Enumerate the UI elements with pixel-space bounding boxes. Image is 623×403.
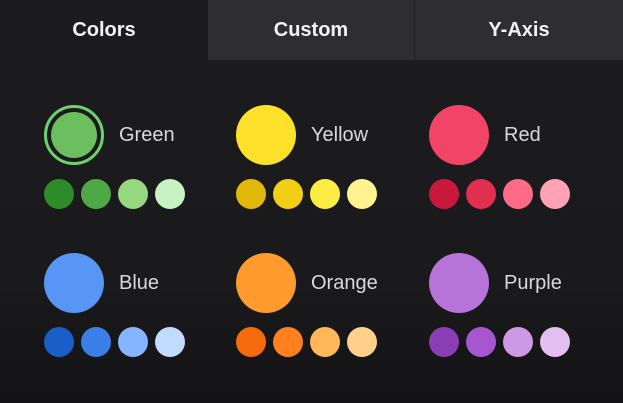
color-name-orange: Orange	[311, 272, 378, 294]
color-option-purple: Purple	[429, 253, 623, 368]
shade-row-yellow	[236, 179, 384, 209]
shade-swatch-blue-2[interactable]	[81, 327, 111, 357]
shade-swatch-green-3[interactable]	[118, 179, 148, 209]
color-name-red: Red	[504, 124, 541, 146]
shade-row-blue	[44, 327, 192, 357]
shade-row-purple	[429, 327, 577, 357]
tab-colors[interactable]: Colors	[0, 0, 208, 60]
shade-swatch-purple-1[interactable]	[429, 327, 459, 357]
shade-swatch-orange-4[interactable]	[347, 327, 377, 357]
shade-swatch-red-3[interactable]	[503, 179, 533, 209]
shade-swatch-green-4[interactable]	[155, 179, 185, 209]
color-option-orange: Orange	[236, 253, 436, 368]
shade-swatch-yellow-4[interactable]	[347, 179, 377, 209]
shade-swatch-purple-4[interactable]	[540, 327, 570, 357]
tab-custom[interactable]: Custom	[208, 0, 415, 60]
color-name-purple: Purple	[504, 272, 562, 294]
shade-swatch-orange-1[interactable]	[236, 327, 266, 357]
color-option-red: Red	[429, 105, 623, 220]
tab-y-axis[interactable]: Y-Axis	[415, 0, 623, 60]
color-name-blue: Blue	[119, 272, 160, 294]
shade-row-green	[44, 179, 192, 209]
shade-swatch-green-2[interactable]	[81, 179, 111, 209]
color-swatch-green[interactable]	[44, 105, 104, 165]
shade-swatch-yellow-3[interactable]	[310, 179, 340, 209]
color-name-green: Green	[119, 124, 175, 146]
shade-swatch-red-1[interactable]	[429, 179, 459, 209]
tab-bar: Colors Custom Y-Axis	[0, 0, 623, 60]
shade-swatch-orange-3[interactable]	[310, 327, 340, 357]
shade-swatch-blue-3[interactable]	[118, 327, 148, 357]
color-swatch-red[interactable]	[429, 105, 489, 165]
color-name-yellow: Yellow	[311, 124, 369, 146]
color-option-green: Green	[44, 105, 244, 220]
shade-swatch-red-2[interactable]	[466, 179, 496, 209]
color-swatch-yellow[interactable]	[236, 105, 296, 165]
shade-row-red	[429, 179, 577, 209]
color-swatch-orange[interactable]	[236, 253, 296, 313]
shade-swatch-red-4[interactable]	[540, 179, 570, 209]
shade-swatch-blue-1[interactable]	[44, 327, 74, 357]
shade-swatch-purple-2[interactable]	[466, 327, 496, 357]
shade-swatch-orange-2[interactable]	[273, 327, 303, 357]
shade-row-orange	[236, 327, 384, 357]
shade-swatch-purple-3[interactable]	[503, 327, 533, 357]
color-option-yellow: Yellow	[236, 105, 436, 220]
color-swatch-purple[interactable]	[429, 253, 489, 313]
color-option-blue: Blue	[44, 253, 244, 368]
color-picker-panel: Colors Custom Y-Axis Green Yellow Red Bl…	[0, 0, 623, 403]
color-swatch-blue[interactable]	[44, 253, 104, 313]
shade-swatch-blue-4[interactable]	[155, 327, 185, 357]
shade-swatch-yellow-2[interactable]	[273, 179, 303, 209]
shade-swatch-yellow-1[interactable]	[236, 179, 266, 209]
shade-swatch-green-1[interactable]	[44, 179, 74, 209]
